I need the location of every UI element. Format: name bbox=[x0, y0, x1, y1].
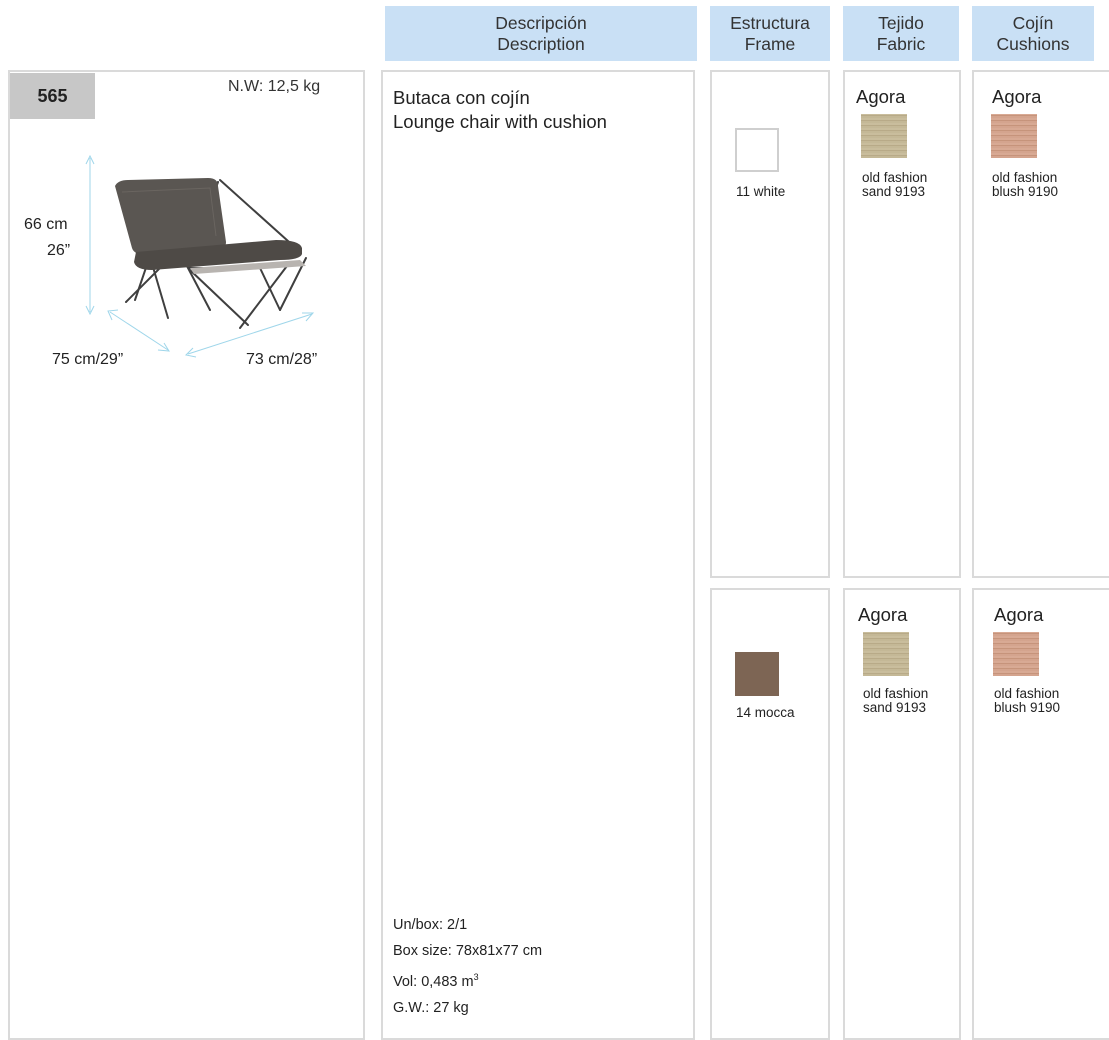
header-fabric-es: Tejido bbox=[878, 12, 924, 33]
header-description-es: Descripción bbox=[495, 12, 587, 33]
lounge-chair-image bbox=[85, 154, 315, 358]
fabric-label-1: old fashion sand 9193 bbox=[862, 170, 928, 199]
header-frame-en: Frame bbox=[744, 33, 796, 54]
frame-label-2: 14 mocca bbox=[736, 705, 795, 720]
fabric-swatch-sand-1 bbox=[861, 114, 907, 158]
units-per-box: Un/box: 2/1 bbox=[393, 917, 468, 933]
frame-label-1: 11 white bbox=[736, 184, 786, 199]
net-weight: N.W: 12,5 kg bbox=[228, 78, 321, 95]
description-text: Butaca con cojín Lounge chair with cushi… bbox=[393, 86, 607, 134]
height-cm-label: 66 cm bbox=[24, 216, 68, 233]
header-fabric: Tejido Fabric bbox=[843, 6, 959, 61]
cushion-name-1: Agora bbox=[992, 86, 1042, 107]
width-label: 75 cm/29” bbox=[52, 351, 124, 368]
cushion-swatch-blush-1 bbox=[991, 114, 1037, 158]
packaging-info: Un/box: 2/1 Box size: 78x81x77 cm Vol: 0… bbox=[393, 912, 542, 1021]
header-cushions: Cojín Cushions bbox=[972, 6, 1094, 61]
description-en: Lounge chair with cushion bbox=[393, 111, 607, 132]
frame-color-mocca-swatch bbox=[735, 652, 779, 696]
fabric-name-2: Agora bbox=[858, 604, 908, 625]
header-frame-es: Estructura bbox=[730, 12, 810, 33]
header-description-en: Description bbox=[497, 33, 585, 54]
cushion-label-2: old fashion blush 9190 bbox=[994, 686, 1061, 715]
box-size: Box size: 78x81x77 cm bbox=[393, 943, 543, 959]
frame-color-white-swatch bbox=[735, 128, 779, 172]
depth-label: 73 cm/28” bbox=[246, 351, 318, 368]
fabric-name-1: Agora bbox=[856, 86, 906, 107]
fabric-swatch-sand-2 bbox=[863, 632, 909, 676]
cushion-name-2: Agora bbox=[994, 604, 1044, 625]
header-cushions-en: Cushions bbox=[996, 33, 1070, 54]
description-panel bbox=[381, 70, 695, 1040]
header-fabric-en: Fabric bbox=[876, 33, 926, 54]
header-frame: Estructura Frame bbox=[710, 6, 830, 61]
header-description: Descripción Description bbox=[385, 6, 697, 61]
header-cushions-es: Cojín bbox=[1012, 12, 1054, 33]
description-es: Butaca con cojín bbox=[393, 87, 530, 108]
product-number: 565 bbox=[10, 73, 95, 119]
cushion-swatch-blush-2 bbox=[993, 632, 1039, 676]
fabric-label-2: old fashion sand 9193 bbox=[863, 686, 929, 715]
volume: Vol: 0,483 m3 bbox=[393, 972, 479, 990]
height-in-label: 26” bbox=[47, 242, 71, 259]
cushion-label-1: old fashion blush 9190 bbox=[992, 170, 1059, 199]
gross-weight: G.W.: 27 kg bbox=[393, 999, 469, 1016]
